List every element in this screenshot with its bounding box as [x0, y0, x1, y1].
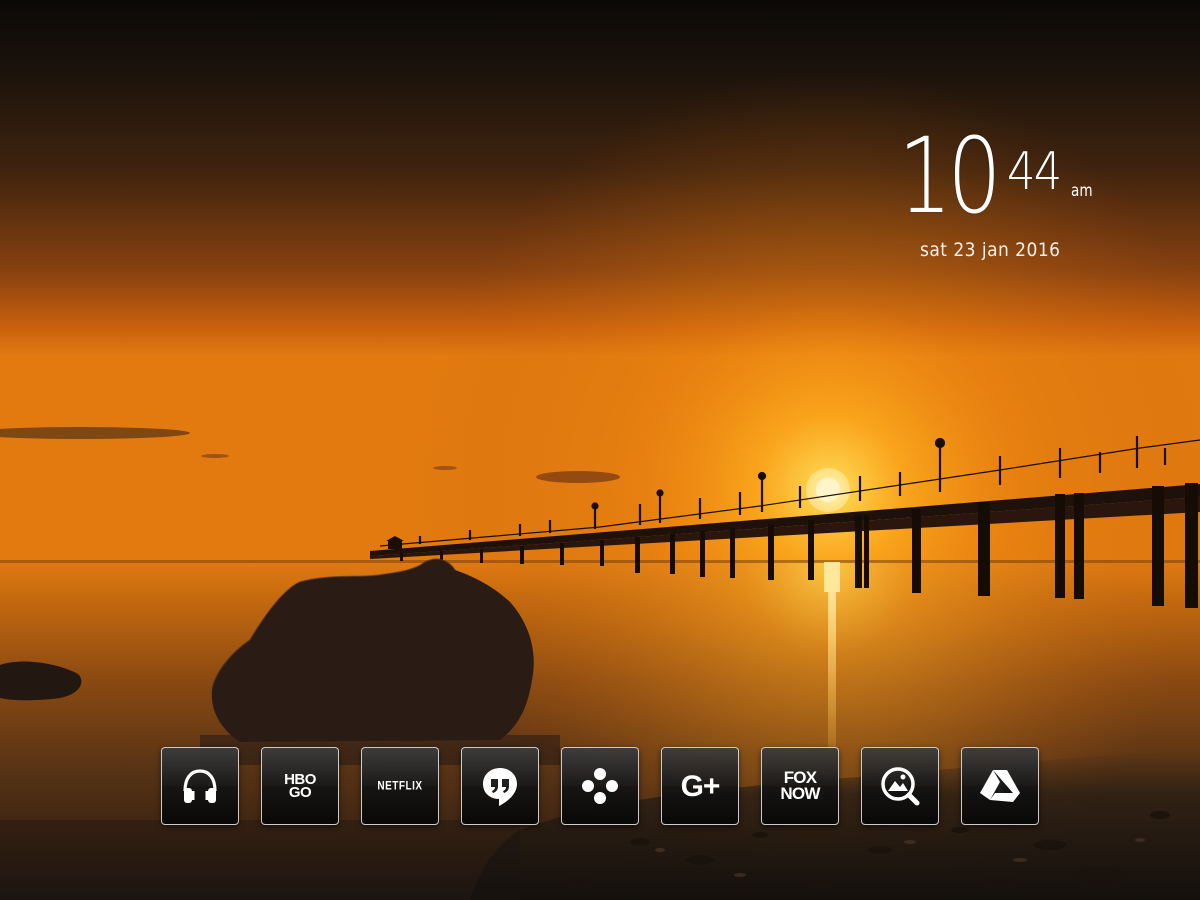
gamepad-icon [576, 762, 624, 810]
clock-widget[interactable]: 10 44 am sat 23 jan 2016 [880, 120, 1120, 270]
drive-app-tile[interactable] [961, 747, 1039, 825]
clock-ampm: am [1071, 181, 1093, 201]
clock-minute: 44 [1007, 142, 1062, 202]
photos-app-tile[interactable] [861, 747, 939, 825]
hbo-go-label: HBO GO [284, 770, 316, 801]
photo-search-icon [876, 762, 924, 810]
hbo-go-app-tile[interactable]: HBO GO [261, 747, 339, 825]
fox-now-logo: FOX NOW [776, 762, 824, 810]
netflix-label: NETFLIX [377, 779, 423, 793]
netflix-app-tile[interactable]: NETFLIX [361, 747, 439, 825]
fox-now-label: FOX NOW [780, 768, 820, 803]
google-plus-icon: G+ [676, 762, 724, 810]
headphones-icon [176, 762, 224, 810]
hbo-go-logo: HBO GO [276, 762, 324, 810]
clock-hour: 10 [898, 115, 1002, 237]
fox-now-app-tile[interactable]: FOX NOW [761, 747, 839, 825]
clock-date: sat 23 jan 2016 [920, 239, 1061, 261]
hangouts-app-tile[interactable] [461, 747, 539, 825]
drive-icon [976, 762, 1024, 810]
google-plus-app-tile[interactable]: G+ [661, 747, 739, 825]
hangouts-icon [476, 762, 524, 810]
music-app-tile[interactable] [161, 747, 239, 825]
google-plus-label: G+ [680, 769, 721, 803]
games-app-tile[interactable] [561, 747, 639, 825]
home-screen: 10 44 am sat 23 jan 2016 HBO GO NETFLIX … [0, 0, 1200, 900]
netflix-logo: NETFLIX [376, 762, 424, 810]
app-dock: HBO GO NETFLIX G+ FOX NOW [160, 747, 1040, 829]
